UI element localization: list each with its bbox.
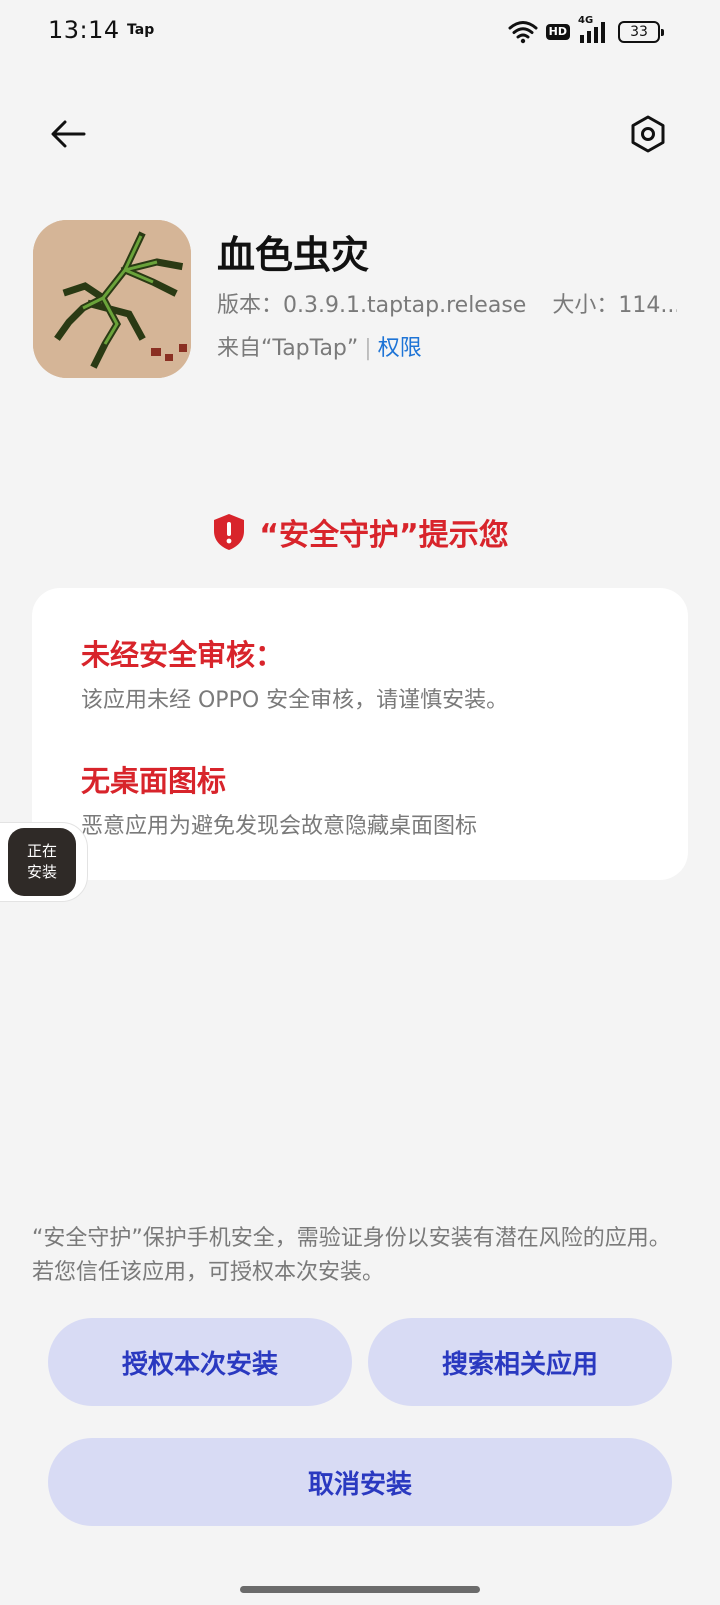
app-source-line: 来自“TapTap” | 权限 (217, 330, 422, 362)
permissions-link[interactable]: 权限 (378, 336, 422, 361)
footer-note: “安全守护”保护手机安全，需验证身份以安装有潜在风险的应用。若您信任该应用，可授… (32, 1226, 671, 1285)
app-size: 大小：114... (552, 293, 677, 318)
app-version-line: 版本：0.3.9.1.taptap.release 大小：114... (217, 287, 677, 319)
app-source: 来自“TapTap” (217, 336, 359, 361)
home-indicator[interactable] (240, 1586, 480, 1593)
installing-thumbnail: 正在 安装 (8, 828, 76, 896)
installing-label-line1: 正在 (26, 842, 57, 860)
app-name: 血色虫灾 (217, 233, 370, 277)
search-related-apps-button[interactable]: 搜索相关应用 (368, 1318, 672, 1406)
back-button[interactable] (46, 112, 90, 156)
risk-card: 未经安全审核： 该应用未经 OPPO 安全审核，请谨慎安装。 无桌面图标 恶意应… (32, 588, 688, 880)
installing-label-line2: 安装 (26, 863, 57, 881)
source-divider: | (364, 336, 372, 361)
app-icon (33, 220, 191, 378)
signal-4g-icon: 4G (578, 15, 610, 45)
installing-float-bubble[interactable]: 正在 安装 (0, 822, 88, 902)
hexagon-gear-icon (631, 115, 665, 153)
security-warning-header: “安全守护”提示您 (0, 510, 720, 554)
warning-headline: “安全守护”提示您 (259, 518, 509, 553)
risk-desc-unreviewed: 该应用未经 OPPO 安全审核，请谨慎安装。 (81, 688, 509, 713)
status-bar: 13:14 Tap HD 4G 33 (0, 0, 720, 64)
wifi-icon (508, 21, 538, 44)
status-icons: HD 4G 33 (508, 15, 664, 46)
hd-icon: HD (545, 24, 570, 40)
risk-title-no-icon: 无桌面图标 (81, 764, 227, 798)
risk-desc-no-icon: 恶意应用为避免发现会故意隐藏桌面图标 (81, 814, 478, 839)
status-app-indicator: Tap (127, 22, 155, 38)
arrow-left-icon (51, 120, 86, 148)
cancel-install-button[interactable]: 取消安装 (48, 1438, 672, 1526)
status-time: 13:14 (48, 16, 120, 44)
settings-button[interactable] (626, 112, 670, 156)
app-version: 版本：0.3.9.1.taptap.release (217, 293, 527, 318)
authorize-install-button[interactable]: 授权本次安装 (48, 1318, 352, 1406)
shield-exclamation-icon (214, 514, 245, 550)
battery-level: 33 (630, 24, 648, 40)
risk-title-unreviewed: 未经安全审核： (81, 638, 285, 672)
battery-icon: 33 (618, 21, 664, 43)
